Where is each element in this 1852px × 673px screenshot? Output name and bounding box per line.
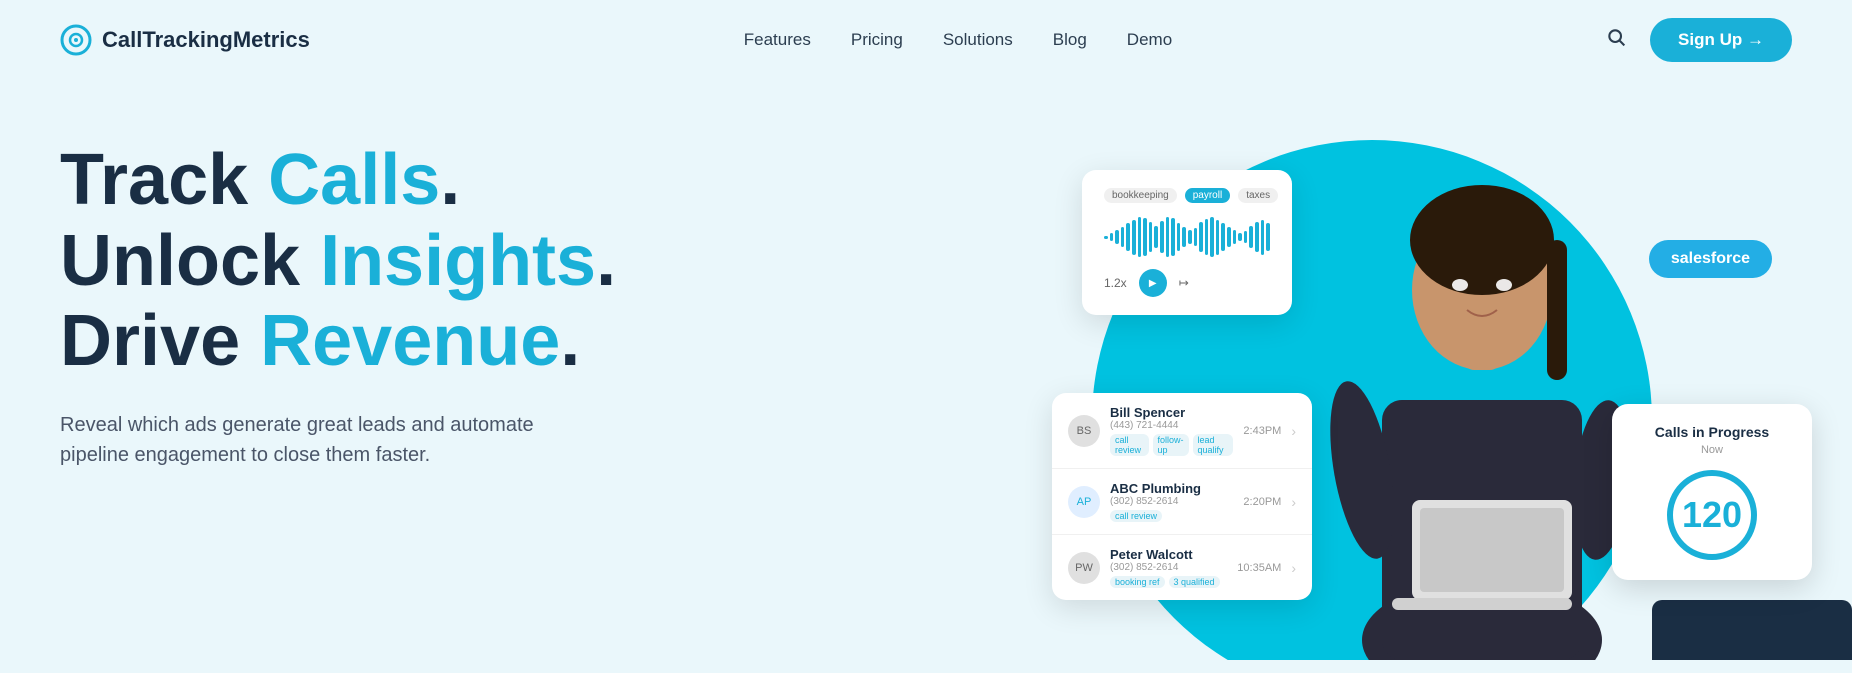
nav-item-solutions[interactable]: Solutions xyxy=(943,30,1013,50)
audio-tag-payroll: payroll xyxy=(1185,188,1230,203)
logo[interactable]: CallTrackingMetrics xyxy=(60,24,310,56)
call-number-0: (443) 721-4444 xyxy=(1110,420,1233,431)
hero-subtext: Reveal which ads generate great leads an… xyxy=(60,410,580,470)
audio-controls[interactable]: 1.2x ▶ ↦ xyxy=(1104,269,1270,297)
call-tags-1: call review xyxy=(1110,510,1233,522)
call-time-2: 10:35AM xyxy=(1237,562,1281,574)
call-tag-0-1: follow-up xyxy=(1153,434,1189,456)
call-tag-2-0: booking ref xyxy=(1110,576,1165,588)
call-arrow-1: › xyxy=(1291,494,1296,510)
call-name-1: ABC Plumbing xyxy=(1110,481,1233,496)
call-avatar-0: BS xyxy=(1068,415,1100,447)
call-info-2: Peter Walcott (302) 852-2614 booking ref… xyxy=(1110,547,1227,588)
call-tags-2: booking ref 3 qualified xyxy=(1110,576,1227,588)
calls-progress-widget: Calls in Progress Now 120 xyxy=(1612,404,1812,580)
signup-button[interactable]: Sign Up → xyxy=(1650,18,1792,62)
call-info-1: ABC Plumbing (302) 852-2614 call review xyxy=(1110,481,1233,522)
call-tag-1-0: call review xyxy=(1110,510,1162,522)
nav-item-features[interactable]: Features xyxy=(744,30,811,50)
call-list-card: BS Bill Spencer (443) 721-4444 call revi… xyxy=(1052,393,1312,600)
nav-links: Features Pricing Solutions Blog Demo xyxy=(744,30,1172,50)
nav-item-demo[interactable]: Demo xyxy=(1127,30,1172,50)
hero-section: Track Calls. Unlock Insights. Drive Reve… xyxy=(0,80,1852,660)
hero-text: Track Calls. Unlock Insights. Drive Reve… xyxy=(60,100,616,470)
search-button[interactable] xyxy=(1606,27,1626,53)
call-item-2: PW Peter Walcott (302) 852-2614 booking … xyxy=(1052,535,1312,600)
call-arrow-0: › xyxy=(1291,423,1296,439)
call-info-0: Bill Spencer (443) 721-4444 call review … xyxy=(1110,405,1233,456)
call-name-0: Bill Spencer xyxy=(1110,405,1233,420)
call-tags-0: call review follow-up lead qualify xyxy=(1110,434,1233,456)
audio-play-button[interactable]: ▶ xyxy=(1139,269,1167,297)
call-number-2: (302) 852-2614 xyxy=(1110,562,1227,573)
audio-card: bookkeeping payroll taxes 1.2x ▶ ↦ xyxy=(1082,170,1292,315)
audio-skip-icon[interactable]: ↦ xyxy=(1179,276,1189,290)
navbar: CallTrackingMetrics Features Pricing Sol… xyxy=(0,0,1852,80)
nav-item-pricing[interactable]: Pricing xyxy=(851,30,903,50)
calls-progress-count: 120 xyxy=(1667,470,1757,560)
call-tag-0-2: lead qualify xyxy=(1193,434,1234,456)
call-time-1: 2:20PM xyxy=(1243,496,1281,508)
calls-progress-subtitle: Now xyxy=(1636,444,1788,456)
hero-visuals: salesforce bookkeeping payroll taxes 1.2… xyxy=(792,80,1852,660)
audio-speed: 1.2x xyxy=(1104,276,1127,290)
call-avatar-1: AP xyxy=(1068,486,1100,518)
call-item-1: AP ABC Plumbing (302) 852-2614 call revi… xyxy=(1052,469,1312,535)
hero-headline: Track Calls. Unlock Insights. Drive Reve… xyxy=(60,140,616,382)
call-time-0: 2:43PM xyxy=(1243,425,1281,437)
call-tag-0-0: call review xyxy=(1110,434,1149,456)
call-item-0: BS Bill Spencer (443) 721-4444 call revi… xyxy=(1052,393,1312,469)
audio-tag-taxes: taxes xyxy=(1238,188,1278,203)
salesforce-badge: salesforce xyxy=(1649,240,1772,278)
nav-right: Sign Up → xyxy=(1606,18,1792,62)
call-number-1: (302) 852-2614 xyxy=(1110,496,1233,507)
audio-tag-bookkeeping: bookkeeping xyxy=(1104,188,1177,203)
call-avatar-2: PW xyxy=(1068,552,1100,584)
call-arrow-2: › xyxy=(1291,560,1296,576)
call-tag-2-1: 3 qualified xyxy=(1169,576,1220,588)
audio-tags: bookkeeping payroll taxes xyxy=(1104,188,1270,203)
nav-item-blog[interactable]: Blog xyxy=(1053,30,1087,50)
calls-progress-title: Calls in Progress xyxy=(1636,424,1788,440)
logo-icon xyxy=(60,24,92,56)
audio-waveform xyxy=(1104,215,1270,259)
call-name-2: Peter Walcott xyxy=(1110,547,1227,562)
search-icon xyxy=(1606,27,1626,47)
brand-name: CallTrackingMetrics xyxy=(102,27,310,53)
